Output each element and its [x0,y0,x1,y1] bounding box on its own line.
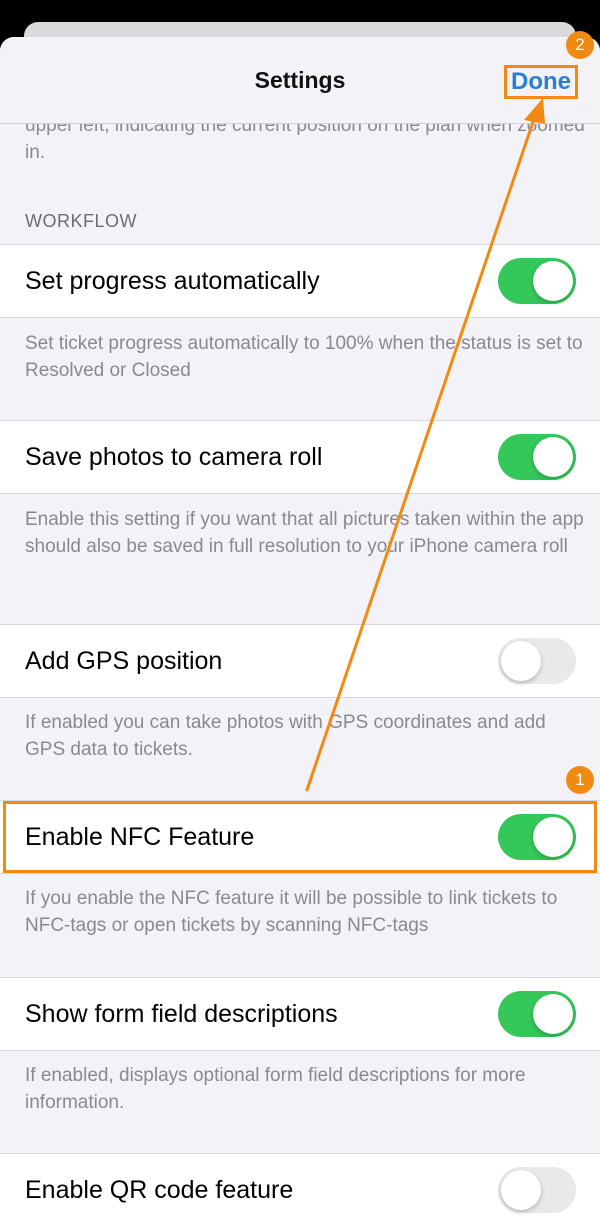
setting-row-save-photos: Save photos to camera roll [0,420,600,494]
settings-sheet: upper left, indicating the current posit… [0,37,600,1224]
form-descriptions-toggle[interactable] [498,991,576,1037]
toggle-knob [501,1170,541,1210]
toggle-knob [501,641,541,681]
setting-description: If you enable the NFC feature it will be… [25,888,558,936]
setting-label: Save photos to camera roll [25,443,323,471]
toggle-knob [533,437,573,477]
gps-toggle[interactable] [498,638,576,684]
set-progress-toggle[interactable] [498,258,576,304]
setting-row-qr: Enable QR code feature [0,1153,600,1224]
setting-row-set-progress: Set progress automatically [0,244,600,318]
setting-description: Enable this setting if you want that all… [25,509,584,557]
step-badge-1: 1 [566,766,594,794]
navigation-bar: Settings Done [0,37,600,124]
nfc-toggle[interactable] [498,814,576,860]
step-badge-2: 2 [566,31,594,59]
toggle-knob [533,994,573,1034]
done-button[interactable]: Done [504,65,578,99]
save-photos-toggle[interactable] [498,434,576,480]
qr-toggle[interactable] [498,1167,576,1213]
section-header-workflow: WORKFLOW [25,211,137,231]
setting-description: Set ticket progress automatically to 100… [25,333,583,381]
setting-row-gps: Add GPS position [0,624,600,698]
setting-row-nfc: Enable NFC Feature [0,800,600,874]
toggle-knob [533,817,573,857]
setting-label: Set progress automatically [25,267,320,295]
setting-label: Add GPS position [25,647,223,675]
setting-description: If enabled, displays optional form field… [25,1065,526,1113]
setting-label: Enable QR code feature [25,1176,294,1204]
toggle-knob [533,261,573,301]
setting-description: If enabled you can take photos with GPS … [25,712,546,760]
setting-row-form-descriptions: Show form field descriptions [0,977,600,1051]
setting-label: Show form field descriptions [25,1000,338,1028]
setting-label: Enable NFC Feature [25,823,255,851]
